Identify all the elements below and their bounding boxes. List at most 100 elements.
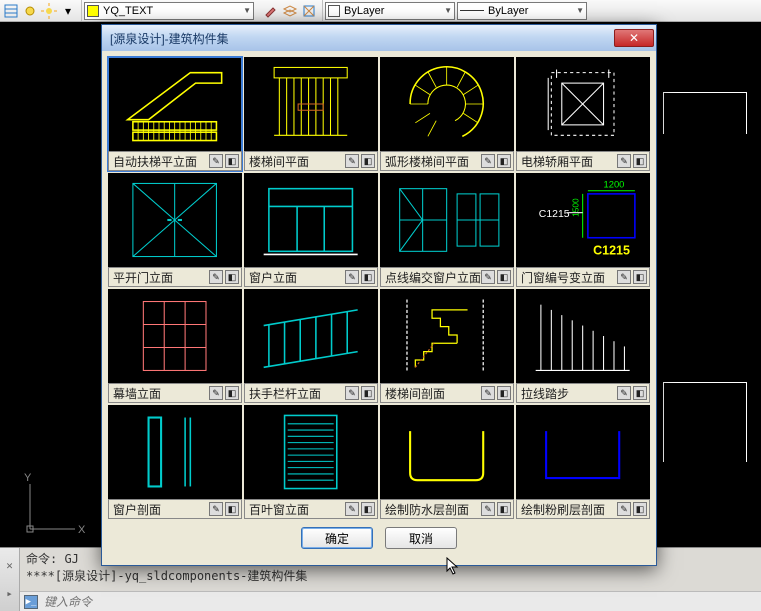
item-label: 绘制防水层剖面: [385, 501, 469, 518]
edit-icon[interactable]: ✎: [481, 386, 495, 400]
linetype-selector[interactable]: ByLayer ▼: [457, 2, 587, 20]
grid-item-waterproof[interactable]: 绘制防水层剖面 ✎◧: [380, 405, 514, 519]
grid-item-window-number[interactable]: 12001500C1215C1215 门窗编号变立面✎◧: [516, 173, 650, 287]
toolbar-group-draw: ▾: [2, 0, 82, 21]
color-selector[interactable]: ByLayer ▼: [325, 2, 455, 20]
object-icon[interactable]: [300, 2, 318, 20]
grid-item-window-section[interactable]: 窗户剖面 ✎◧: [108, 405, 242, 519]
item-label: 点线编交窗户立面: [385, 269, 481, 286]
info-icon[interactable]: ◧: [497, 502, 511, 516]
grid-item-window-elev[interactable]: 窗户立面 ✎◧: [244, 173, 378, 287]
item-label: 电梯轿厢平面: [521, 153, 593, 170]
item-label: 弧形楼梯间平面: [385, 153, 469, 170]
grid-item-handrail[interactable]: 扶手栏杆立面✎◧: [244, 289, 378, 403]
edit-icon[interactable]: ✎: [345, 502, 359, 516]
info-icon[interactable]: ◧: [361, 270, 375, 284]
item-label: 楼梯间剖面: [385, 385, 445, 402]
linetype-preview: [460, 10, 484, 11]
item-label: 楼梯间平面: [249, 153, 309, 170]
ucs-y: Y: [24, 472, 32, 484]
info-icon[interactable]: ◧: [633, 502, 647, 516]
item-label: 拉线踏步: [521, 385, 569, 402]
hatch-icon[interactable]: [2, 2, 20, 20]
drawing-rect-top: [663, 92, 747, 134]
edit-icon[interactable]: ✎: [345, 154, 359, 168]
info-icon[interactable]: ◧: [361, 386, 375, 400]
grid-item-plaster[interactable]: 绘制粉刷层剖面 ✎◧: [516, 405, 650, 519]
item-label: 绘制粉刷层剖面: [521, 501, 605, 518]
edit-icon[interactable]: ✎: [209, 270, 223, 284]
caret-icon: ▼: [243, 6, 251, 15]
grid-item-arc-stair[interactable]: 弧形楼梯间平面 ✎◧: [380, 57, 514, 171]
edit-icon[interactable]: ✎: [209, 502, 223, 516]
grid-item-stair-section[interactable]: 楼梯间剖面 ✎◧: [380, 289, 514, 403]
menu-icon[interactable]: ▸: [6, 587, 13, 600]
prompt-icon[interactable]: ▶_: [24, 595, 38, 609]
close-icon[interactable]: ✕: [6, 559, 13, 572]
grid-item-elevator[interactable]: 电梯轿厢平面 ✎◧: [516, 57, 650, 171]
edit-icon[interactable]: ✎: [617, 386, 631, 400]
ucs-x: X: [78, 524, 86, 536]
ok-button[interactable]: 确定: [301, 527, 373, 549]
light-icon[interactable]: [21, 2, 39, 20]
edit-icon[interactable]: ✎: [481, 270, 495, 284]
grid-item-louver[interactable]: 百叶窗立面 ✎◧: [244, 405, 378, 519]
grid-item-stair-plan[interactable]: 楼梯间平面 ✎◧: [244, 57, 378, 171]
edit-icon[interactable]: ✎: [345, 270, 359, 284]
info-icon[interactable]: ◧: [361, 502, 375, 516]
layer-icon[interactable]: [281, 2, 299, 20]
drawing-rect-bottom: [663, 382, 747, 462]
paint-icon[interactable]: [262, 2, 280, 20]
svg-text:1500: 1500: [571, 198, 581, 217]
info-icon[interactable]: ◧: [225, 154, 239, 168]
cancel-button[interactable]: 取消: [385, 527, 457, 549]
item-label: 窗户剖面: [113, 501, 161, 518]
thumbnail-grid: 自动扶梯平立面✎◧ 楼梯间平面✎◧ 弧形楼梯间平面✎◧ 电梯轿厢平面✎◧ 平开门…: [108, 57, 650, 519]
sun-icon[interactable]: [40, 2, 58, 20]
info-icon[interactable]: ◧: [633, 386, 647, 400]
grid-item-curtain-wall[interactable]: 幕墙立面 ✎◧: [108, 289, 242, 403]
dropdown-icon[interactable]: ▾: [59, 2, 77, 20]
info-icon[interactable]: ◧: [225, 270, 239, 284]
info-icon[interactable]: ◧: [633, 270, 647, 284]
linetype-label: ByLayer: [488, 5, 528, 17]
cmd-handle[interactable]: ✕ ▸: [0, 548, 20, 611]
edit-icon[interactable]: ✎: [481, 154, 495, 168]
edit-icon[interactable]: ✎: [345, 386, 359, 400]
grid-item-pull-step[interactable]: 拉线踏步 ✎◧: [516, 289, 650, 403]
item-label: 门窗编号变立面: [521, 269, 605, 286]
dialog-titlebar[interactable]: [源泉设计]-建筑构件集 ✕: [102, 25, 656, 51]
info-icon[interactable]: ◧: [497, 154, 511, 168]
command-input[interactable]: [44, 595, 757, 609]
edit-icon[interactable]: ✎: [209, 154, 223, 168]
layer-selector[interactable]: YQ_TEXT ▼: [84, 2, 254, 20]
item-label: 平开门立面: [113, 269, 173, 286]
svg-text:1200: 1200: [604, 179, 625, 190]
toolbar-group-modify: [256, 0, 323, 21]
grid-item-escalator[interactable]: 自动扶梯平立面 ✎◧: [108, 57, 242, 171]
item-label: 窗户立面: [249, 269, 297, 286]
info-icon[interactable]: ◧: [225, 386, 239, 400]
edit-icon[interactable]: ✎: [617, 270, 631, 284]
svg-text:C1215: C1215: [539, 209, 570, 220]
item-label: 幕墙立面: [113, 385, 161, 402]
command-input-row: ▶_: [20, 591, 761, 611]
main-toolbar: ▾ YQ_TEXT ▼ ByLayer ▼ ByLayer ▼: [0, 0, 761, 22]
item-label: 自动扶梯平立面: [113, 153, 197, 170]
info-icon[interactable]: ◧: [361, 154, 375, 168]
edit-icon[interactable]: ✎: [209, 386, 223, 400]
layer-color-swatch: [87, 5, 99, 17]
grid-item-door-elev[interactable]: 平开门立面 ✎◧: [108, 173, 242, 287]
edit-icon[interactable]: ✎: [617, 154, 631, 168]
edit-icon[interactable]: ✎: [617, 502, 631, 516]
info-icon[interactable]: ◧: [497, 386, 511, 400]
close-button[interactable]: ✕: [614, 29, 654, 47]
info-icon[interactable]: ◧: [497, 270, 511, 284]
info-icon[interactable]: ◧: [225, 502, 239, 516]
info-icon[interactable]: ◧: [633, 154, 647, 168]
color-label: ByLayer: [344, 5, 384, 17]
edit-icon[interactable]: ✎: [481, 502, 495, 516]
grid-item-wire-window[interactable]: 点线编交窗户立面✎◧: [380, 173, 514, 287]
caret-icon: ▼: [444, 6, 452, 15]
item-label: 百叶窗立面: [249, 501, 309, 518]
